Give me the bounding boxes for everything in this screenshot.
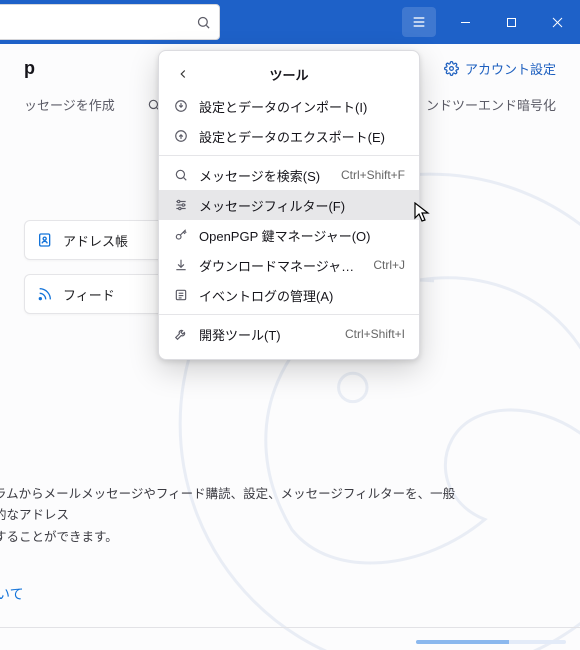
feed-icon (37, 286, 53, 302)
export-icon (173, 129, 189, 143)
menu-title: ツール (269, 65, 308, 84)
menu-item-label: 設定とデータのエクスポート(E) (199, 127, 405, 146)
menu-separator (159, 314, 419, 315)
window-maximize-button[interactable] (488, 0, 534, 44)
import-icon (173, 99, 189, 113)
menu-item-label: イベントログの管理(A) (199, 286, 405, 305)
menu-item-key[interactable]: OpenPGP 鍵マネージャー(O) (159, 220, 419, 250)
status-progress (416, 640, 566, 644)
menu-separator (159, 155, 419, 156)
key-icon (173, 228, 189, 242)
addressbook-card[interactable]: アドレス帳 (24, 220, 172, 260)
import-description: ラムからメールメッセージやフィード購読、設定、メッセージフィルターを、一般的なア… (0, 484, 580, 548)
addressbook-icon (37, 232, 53, 248)
window-minimize-button[interactable] (442, 0, 488, 44)
menu-item-label: メッセージを検索(S) (199, 166, 331, 185)
e2e-action[interactable]: ンドツーエンド暗号化 (426, 95, 556, 114)
menu-item-label: メッセージフィルター(F) (199, 196, 405, 215)
menu-item-log[interactable]: イベントログの管理(A) (159, 280, 419, 310)
about-link-fragment[interactable]: いて (0, 584, 24, 604)
e2e-label-fragment: ンドツーエンド暗号化 (426, 95, 556, 114)
compose-action[interactable]: ッセージを作成 (24, 95, 115, 114)
search-input[interactable] (0, 14, 196, 31)
menu-item-accelerator: Ctrl+Shift+F (341, 168, 405, 182)
menu-item-export[interactable]: 設定とデータのエクスポート(E) (159, 121, 419, 151)
menu-item-search[interactable]: メッセージを検索(S) Ctrl+Shift+F (159, 160, 419, 190)
menu-item-accelerator: Ctrl+Shift+I (345, 327, 405, 341)
wrench-icon (173, 327, 189, 341)
status-bar-divider (0, 627, 580, 628)
account-name-fragment: p (24, 58, 35, 79)
download-icon (173, 258, 189, 272)
menu-item-accelerator: Ctrl+J (373, 258, 405, 272)
filter-icon (173, 198, 189, 212)
feed-card[interactable]: フィード (24, 274, 172, 314)
menu-item-label: 設定とデータのインポート(I) (199, 97, 405, 116)
search-icon (173, 168, 189, 182)
gear-icon (444, 61, 459, 76)
menu-back-button[interactable] (169, 57, 197, 91)
compose-label-fragment: ッセージを作成 (24, 95, 115, 114)
feed-label: フィード (63, 285, 115, 304)
menu-item-filter[interactable]: メッセージフィルター(F) (159, 190, 419, 220)
tools-menu: ツール 設定とデータのインポート(I) 設定とデータのエクスポート(E) メッセージ… (158, 50, 420, 360)
menu-item-label: ダウンロードマネージャー(D) (199, 256, 363, 275)
account-settings-label: アカウント設定 (465, 59, 556, 78)
log-icon (173, 288, 189, 302)
menu-item-wrench[interactable]: 開発ツール(T) Ctrl+Shift+I (159, 319, 419, 349)
account-settings-link[interactable]: アカウント設定 (444, 59, 556, 78)
window-close-button[interactable] (534, 0, 580, 44)
menu-item-label: OpenPGP 鍵マネージャー(O) (199, 226, 405, 245)
menu-item-import[interactable]: 設定とデータのインポート(I) (159, 91, 419, 121)
addressbook-label: アドレス帳 (63, 231, 128, 250)
search-icon (196, 15, 211, 30)
app-menu-button[interactable] (402, 7, 436, 37)
menu-item-download[interactable]: ダウンロードマネージャー(D) Ctrl+J (159, 250, 419, 280)
menu-item-label: 開発ツール(T) (199, 325, 335, 344)
search-field[interactable] (0, 4, 220, 40)
